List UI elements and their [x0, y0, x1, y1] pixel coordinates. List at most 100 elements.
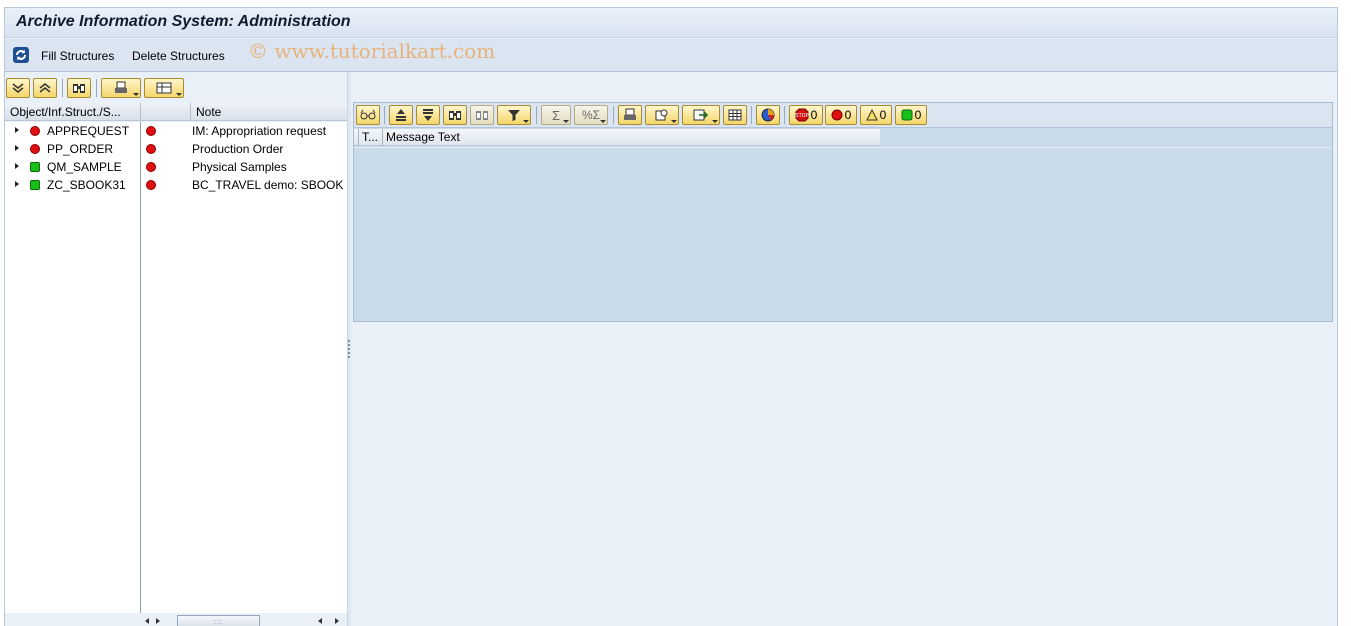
tree-pane: Object/Inf.Struct./S... Note APPREQUEST … — [5, 72, 347, 626]
print-icon — [115, 81, 127, 93]
chevron-down-icon — [600, 120, 606, 123]
scroll-left-icon[interactable] — [145, 618, 149, 624]
toolbar-separator — [751, 106, 752, 124]
pie-chart-icon — [761, 108, 775, 122]
find-next-icon — [476, 111, 488, 120]
tree-row[interactable]: QM_SAMPLE Physical Samples — [5, 158, 347, 176]
watermark: © www.tutorialkart.com — [248, 39, 496, 63]
export-button[interactable] — [682, 105, 720, 125]
grip-icon: ::: — [214, 619, 223, 626]
message-table-header: T... Message Text — [354, 129, 880, 146]
toolbar-separator — [613, 106, 614, 124]
tree-item-note: Production Order — [192, 142, 284, 156]
tree-item-note: IM: Appropriation request — [192, 124, 327, 138]
sap-window: Archive Information System: Administrati… — [4, 7, 1338, 626]
filter-success-messages-button[interactable]: 0 — [895, 105, 927, 125]
layout-button[interactable] — [723, 105, 747, 125]
collapse-all-button[interactable] — [33, 78, 57, 98]
delete-structures-button[interactable]: Delete Structures — [132, 47, 225, 65]
chevron-down-icon — [176, 93, 182, 96]
filter-warning-messages-button[interactable]: 0 — [860, 105, 892, 125]
sort-ascending-icon — [396, 109, 406, 121]
toolbar-separator — [536, 106, 537, 124]
filter-button[interactable] — [497, 105, 531, 125]
collapse-icon — [39, 83, 51, 93]
tree-row[interactable]: PP_ORDER Production Order — [5, 140, 347, 158]
message-toolbar: Σ %Σ STOP 0 0 0 0 — [354, 103, 1332, 128]
find-next-button[interactable] — [470, 105, 494, 125]
tree-item-name: PP_ORDER — [47, 142, 114, 156]
tree-row[interactable]: APPREQUEST IM: Appropriation request — [5, 122, 347, 140]
column-header-status[interactable] — [141, 103, 191, 121]
expand-arrow-icon[interactable] — [15, 181, 19, 187]
warning-count: 0 — [879, 108, 887, 122]
find-button[interactable] — [443, 105, 467, 125]
find-button[interactable] — [67, 78, 91, 98]
sort-descending-icon — [423, 109, 433, 121]
subtotal-button[interactable]: %Σ — [574, 105, 608, 125]
column-header-note[interactable]: Note — [191, 103, 347, 121]
tree-item-name: APPREQUEST — [47, 124, 130, 138]
expand-all-button[interactable] — [6, 78, 30, 98]
layout-button[interactable] — [144, 78, 184, 98]
binoculars-icon — [449, 111, 461, 120]
chevron-down-icon — [133, 93, 139, 96]
red-lamp-icon — [30, 144, 40, 154]
tree-item-name: ZC_SBOOK31 — [47, 178, 126, 192]
scroll-right-icon[interactable] — [156, 618, 160, 624]
scrollbar-thumb[interactable]: ::: — [177, 615, 260, 626]
message-pane: Σ %Σ STOP 0 0 0 0 T... Message Text — [353, 102, 1333, 322]
red-lamp-icon — [30, 126, 40, 136]
expand-arrow-icon[interactable] — [15, 127, 19, 133]
chevron-down-icon — [523, 120, 529, 123]
print-preview-button[interactable] — [618, 105, 642, 125]
graphic-button[interactable] — [756, 105, 780, 125]
stop-icon: STOP — [795, 108, 808, 122]
scroll-left-icon[interactable] — [318, 618, 322, 624]
splitter-grip-icon[interactable] — [348, 340, 350, 358]
column-header-type[interactable]: T... — [358, 129, 383, 146]
horizontal-scrollbar[interactable]: ::: — [5, 613, 347, 626]
chevron-down-icon — [563, 120, 569, 123]
grid-icon — [728, 109, 742, 121]
sort-descending-button[interactable] — [416, 105, 440, 125]
expand-arrow-icon[interactable] — [15, 163, 19, 169]
red-lamp-icon — [146, 180, 156, 190]
print-icon — [624, 108, 636, 120]
details-button[interactable] — [356, 105, 380, 125]
sort-ascending-button[interactable] — [389, 105, 413, 125]
total-button[interactable]: Σ — [541, 105, 571, 125]
sum-icon: Σ — [551, 107, 561, 123]
views-button[interactable] — [645, 105, 679, 125]
scroll-right-icon[interactable] — [335, 618, 339, 624]
stop-count: 0 — [810, 108, 818, 122]
column-header-message-text[interactable]: Message Text — [386, 129, 460, 146]
tree-row[interactable]: ZC_SBOOK31 BC_TRAVEL demo: SBOOK E — [5, 176, 347, 194]
column-header-object[interactable]: Object/Inf.Struct./S... — [5, 103, 141, 121]
filter-error-messages-button[interactable]: 0 — [825, 105, 857, 125]
glasses-icon — [360, 109, 376, 120]
warning-icon — [865, 109, 878, 121]
toolbar-separator — [784, 106, 785, 124]
fill-structures-button[interactable]: Fill Structures — [41, 47, 114, 65]
red-lamp-icon — [146, 162, 156, 172]
success-count: 0 — [914, 108, 922, 122]
green-lamp-icon — [30, 180, 40, 190]
subtotal-icon: %Σ — [581, 108, 601, 122]
export-icon — [693, 109, 709, 121]
print-button[interactable] — [101, 78, 141, 98]
red-lamp-icon — [831, 109, 843, 121]
pane-splitter[interactable] — [347, 72, 351, 626]
tree-body: APPREQUEST IM: Appropriation request PP_… — [5, 122, 347, 613]
expand-icon — [12, 83, 24, 93]
svg-text:STOP: STOP — [795, 113, 808, 119]
binoculars-icon — [73, 84, 85, 93]
red-lamp-icon — [146, 144, 156, 154]
filter-stop-messages-button[interactable]: STOP 0 — [789, 105, 823, 125]
expand-arrow-icon[interactable] — [15, 145, 19, 151]
toolbar-separator — [62, 79, 63, 97]
tree-item-note: BC_TRAVEL demo: SBOOK E — [192, 178, 347, 192]
tree-header: Object/Inf.Struct./S... Note — [5, 103, 347, 121]
application-toolbar: Fill Structures Delete Structures © www.… — [5, 39, 1337, 72]
refresh-icon[interactable] — [12, 46, 30, 64]
